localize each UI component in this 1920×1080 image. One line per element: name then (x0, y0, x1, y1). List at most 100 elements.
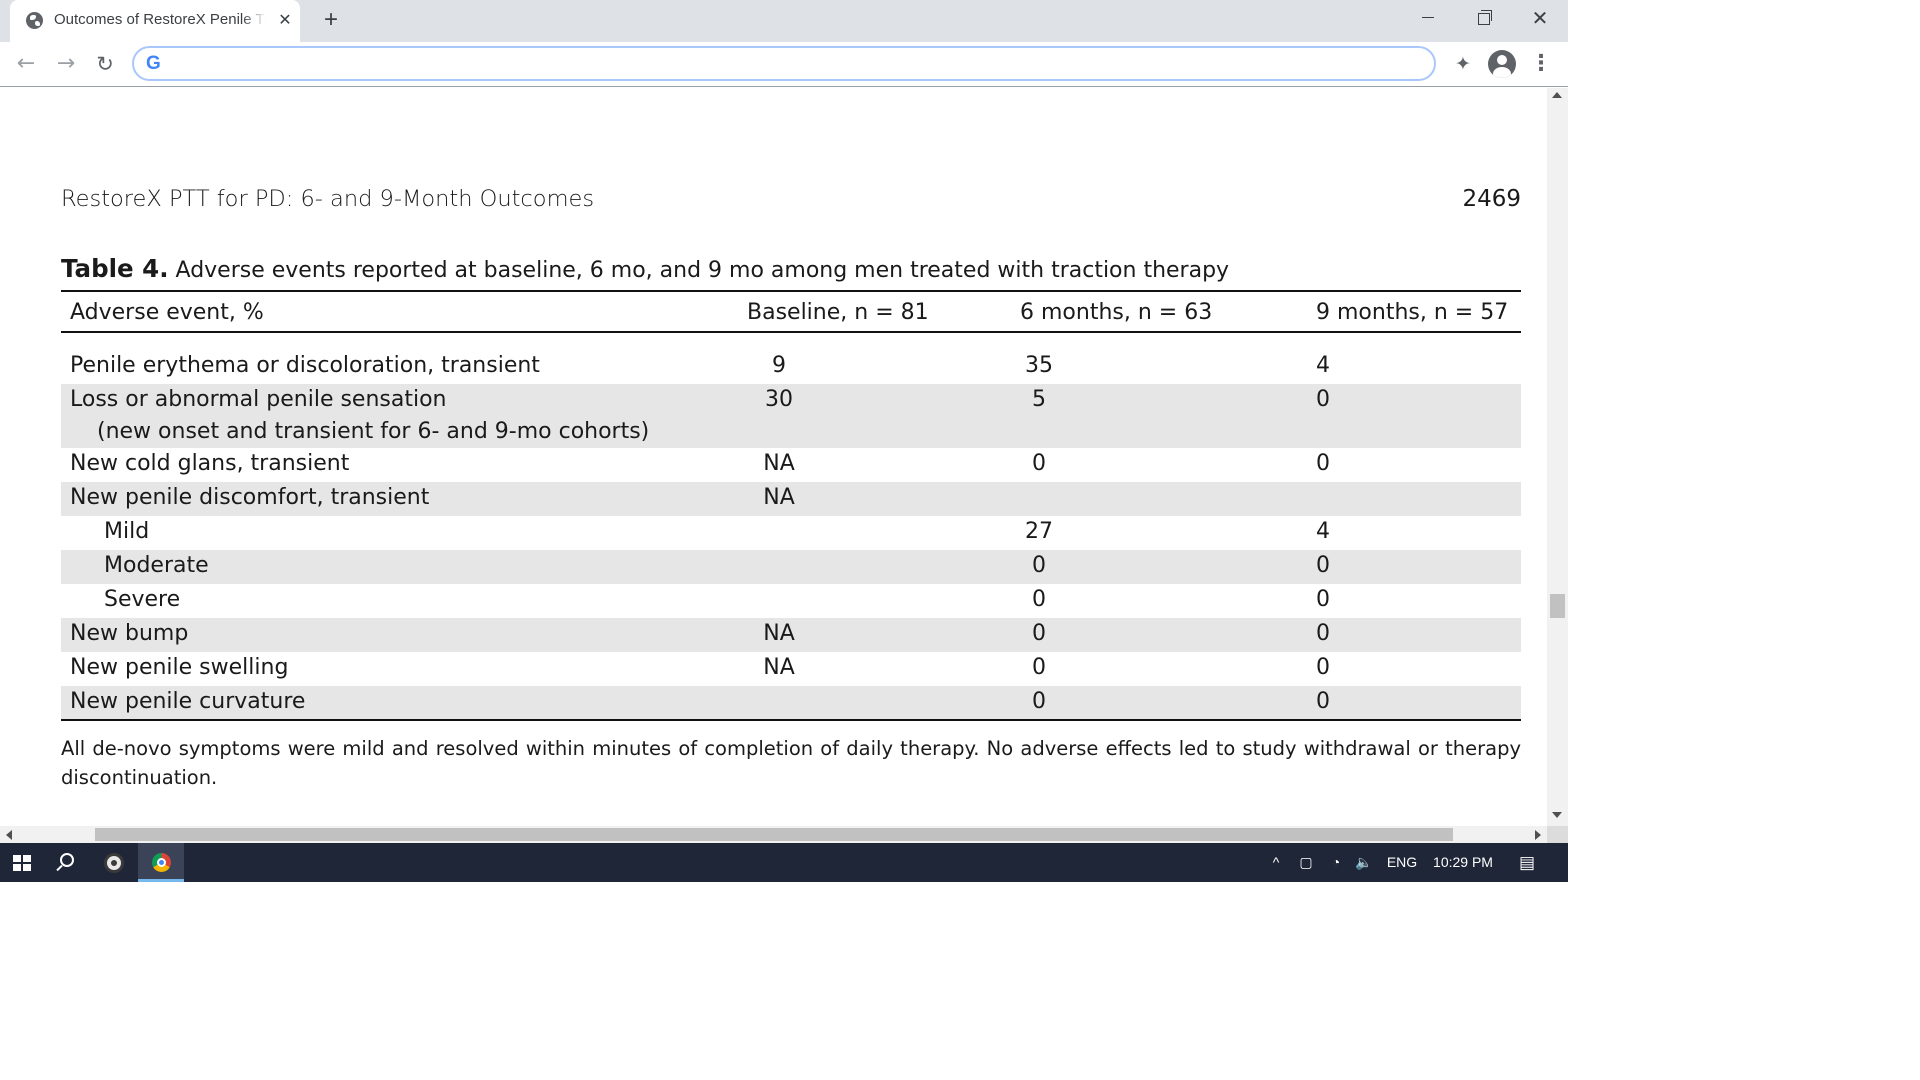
six-month-cell: 0 (1032, 587, 1046, 612)
nine-month-cell: 0 (1316, 689, 1330, 714)
forward-arrow-icon[interactable]: → (52, 50, 80, 78)
table-row: Severe 0 0 (61, 584, 1521, 618)
horizontal-scrollbar[interactable] (0, 826, 1547, 843)
nine-month-cell: 0 (1316, 587, 1330, 612)
six-month-cell: 0 (1032, 621, 1046, 646)
browser-tab-active[interactable]: Outcomes of RestoreX Penile Traction The… (10, 0, 300, 42)
media-player-icon (104, 853, 124, 873)
tab-strip: Outcomes of RestoreX Penile Traction The… (0, 0, 1568, 42)
profile-avatar-icon[interactable] (1488, 50, 1516, 78)
table-row: Mild 27 4 (61, 516, 1521, 550)
table-row: New bump NA 0 0 (61, 618, 1521, 652)
six-month-cell: 0 (1032, 553, 1046, 578)
browser-toolbar: ← → ↻ G ✦ ⋮ (0, 42, 1568, 87)
page-viewport: RestoreX PTT for PD: 6- and 9-Month Outc… (0, 88, 1547, 826)
minimize-window-button[interactable] (1408, 4, 1448, 32)
table-header-row: Adverse event, % Baseline, n = 81 6 mont… (61, 294, 1521, 332)
address-input[interactable] (174, 52, 1414, 76)
table-top-rule (61, 290, 1521, 292)
search-icon (60, 853, 74, 867)
nine-month-cell: 0 (1316, 553, 1330, 578)
close-tab-icon[interactable]: ✕ (274, 9, 296, 31)
table-row: New cold glans, transient NA 0 0 (61, 448, 1521, 482)
nine-month-cell: 0 (1316, 451, 1330, 476)
row-label: New penile curvature (70, 689, 306, 714)
vertical-scroll-thumb[interactable] (1550, 594, 1565, 618)
tab-title: Outcomes of RestoreX Penile Traction The… (54, 11, 266, 31)
running-head: RestoreX PTT for PD: 6- and 9-Month Outc… (61, 186, 595, 212)
new-tab-button[interactable]: + (318, 7, 344, 33)
table-row: New penile swelling NA 0 0 (61, 652, 1521, 686)
google-g-icon: G (146, 53, 161, 74)
page-number: 2469 (1462, 186, 1521, 212)
table-caption: Table 4. Adverse events reported at base… (61, 254, 1521, 283)
column-header-adverse-event: Adverse event, % (70, 300, 264, 325)
column-header-6-months: 6 months, n = 63 (1020, 300, 1213, 325)
input-language-indicator[interactable]: ENG (1384, 843, 1420, 882)
table-bottom-rule (61, 719, 1521, 721)
notifications-icon[interactable]: ▤ (1512, 843, 1542, 882)
row-sublabel: (new onset and transient for 6- and 9-mo… (97, 419, 650, 444)
pdf-page: RestoreX PTT for PD: 6- and 9-Month Outc… (0, 88, 1547, 826)
six-month-cell: 27 (1025, 519, 1053, 544)
meet-now-icon[interactable]: ▢ (1294, 843, 1318, 882)
kebab-menu-icon[interactable]: ⋮ (1527, 50, 1555, 78)
start-button[interactable] (0, 843, 44, 882)
table-row: Moderate 0 0 (61, 550, 1521, 584)
table-caption-text: Adverse events reported at baseline, 6 m… (175, 258, 1230, 283)
taskbar-clock[interactable]: 10:29 PM (1428, 843, 1498, 882)
row-label: New penile discomfort, transient (70, 485, 430, 510)
chrome-icon (152, 853, 171, 872)
scroll-left-arrow-icon[interactable] (6, 830, 12, 840)
restore-window-button[interactable] (1463, 4, 1503, 32)
row-label: New bump (70, 621, 189, 646)
table-caption-label: Table 4. (61, 254, 169, 283)
taskbar-search-button[interactable] (44, 843, 88, 882)
column-header-baseline: Baseline, n = 81 (747, 300, 929, 325)
globe-icon (26, 12, 43, 29)
baseline-cell: NA (763, 451, 795, 476)
row-label: Penile erythema or discoloration, transi… (70, 353, 540, 378)
table-row: New penile discomfort, transient NA (61, 482, 1521, 516)
table-row: New penile curvature 0 0 (61, 686, 1521, 720)
close-window-button[interactable]: ✕ (1520, 4, 1560, 32)
row-label: Severe (104, 587, 181, 612)
scroll-right-arrow-icon[interactable] (1535, 830, 1541, 840)
row-label: Loss or abnormal penile sensation (70, 387, 447, 412)
six-month-cell: 0 (1032, 689, 1046, 714)
taskbar: ^ ▢ ◔ 🔈 ENG 10:29 PM ▤ (0, 843, 1568, 882)
nine-month-cell: 4 (1316, 519, 1330, 544)
nine-month-cell: 0 (1316, 387, 1330, 412)
taskbar-media-player-app[interactable] (91, 843, 137, 882)
horizontal-scroll-thumb[interactable] (95, 828, 1453, 841)
row-label: New penile swelling (70, 655, 289, 680)
volume-icon[interactable]: 🔈 (1352, 843, 1376, 882)
extensions-puzzle-icon[interactable]: ✦ (1449, 50, 1477, 78)
back-arrow-icon[interactable]: ← (12, 50, 40, 78)
row-label: Mild (104, 519, 150, 544)
windows-logo-icon (13, 855, 31, 871)
vertical-scrollbar[interactable] (1547, 88, 1568, 826)
show-hidden-icons-chevron-icon[interactable]: ^ (1264, 843, 1288, 882)
six-month-cell: 0 (1032, 655, 1046, 680)
baseline-cell: NA (763, 485, 795, 510)
scroll-down-arrow-icon[interactable] (1552, 812, 1562, 818)
scrollbar-corner (1547, 826, 1568, 843)
six-month-cell: 0 (1032, 451, 1046, 476)
six-month-cell: 5 (1032, 387, 1046, 412)
baseline-cell: 30 (765, 387, 793, 412)
scroll-up-arrow-icon[interactable] (1552, 92, 1562, 98)
table-row: Loss or abnormal penile sensation (new o… (61, 384, 1521, 448)
row-label: Moderate (104, 553, 209, 578)
reload-icon[interactable]: ↻ (91, 50, 119, 78)
nine-month-cell: 0 (1316, 655, 1330, 680)
table-header-rule (61, 331, 1521, 333)
table-footnote: All de-novo symptoms were mild and resol… (61, 737, 1521, 789)
taskbar-chrome-app[interactable] (138, 843, 184, 882)
address-bar[interactable]: G (132, 46, 1436, 81)
nine-month-cell: 4 (1316, 353, 1330, 378)
network-icon[interactable]: ◔ (1324, 843, 1348, 882)
baseline-cell: NA (763, 621, 795, 646)
table-row: Penile erythema or discoloration, transi… (61, 350, 1521, 384)
six-month-cell: 35 (1025, 353, 1053, 378)
